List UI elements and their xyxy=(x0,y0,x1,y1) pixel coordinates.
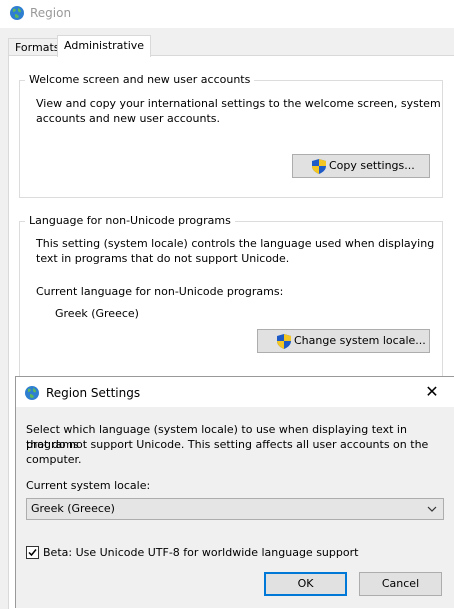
nonunicode-description-line2: text in programs that do not support Uni… xyxy=(36,252,290,265)
change-system-locale-label: Change system locale... xyxy=(294,334,426,347)
dialog-titlebar: Region Settings ✕ xyxy=(16,377,454,407)
beta-utf8-checkbox[interactable] xyxy=(26,546,39,559)
nonunicode-description-line1: This setting (system locale) controls th… xyxy=(36,237,435,250)
system-locale-label: Current system locale: xyxy=(26,479,151,492)
copy-settings-button[interactable]: Copy settings... xyxy=(292,154,430,178)
uac-shield-icon xyxy=(312,159,326,174)
nonunicode-group-title: Language for non-Unicode programs xyxy=(25,214,235,227)
ok-button[interactable]: OK xyxy=(264,572,347,596)
tab-administrative-label: Administrative xyxy=(64,39,145,52)
change-system-locale-button[interactable]: Change system locale... xyxy=(257,329,430,353)
dialog-description-line2: that do not support Unicode. This settin… xyxy=(26,438,429,451)
tab-bar: Formats Administrative xyxy=(0,34,454,57)
dialog-description-line3: computer. xyxy=(26,453,82,466)
nonunicode-group: Language for non-Unicode programs This s… xyxy=(19,214,443,393)
welcome-group: Welcome screen and new user accounts Vie… xyxy=(19,73,443,198)
globe-icon xyxy=(25,386,39,400)
cancel-button-label: Cancel xyxy=(381,577,420,590)
system-locale-select[interactable]: Greek (Greece) xyxy=(26,498,444,520)
ok-button-label: OK xyxy=(297,577,314,590)
checkmark-icon xyxy=(28,549,37,557)
current-language-value: Greek (Greece) xyxy=(55,307,139,320)
tab-administrative[interactable]: Administrative xyxy=(57,35,152,57)
dialog-title: Region Settings xyxy=(46,386,141,400)
welcome-group-title: Welcome screen and new user accounts xyxy=(25,73,255,86)
current-language-label: Current language for non-Unicode program… xyxy=(36,285,284,298)
chevron-down-icon xyxy=(427,506,437,512)
beta-utf8-label[interactable]: Beta: Use Unicode UTF-8 for worldwide la… xyxy=(43,545,358,560)
uac-shield-icon xyxy=(277,334,291,349)
system-locale-selected: Greek (Greece) xyxy=(31,502,115,515)
globe-icon xyxy=(10,6,24,20)
welcome-description-line1: View and copy your international setting… xyxy=(36,97,441,110)
tab-formats-label: Formats xyxy=(15,41,60,54)
welcome-description-line2: accounts and new user accounts. xyxy=(36,112,221,125)
close-icon[interactable]: ✕ xyxy=(409,377,454,407)
copy-settings-label: Copy settings... xyxy=(329,159,415,172)
region-settings-dialog: Region Settings ✕ Select which language … xyxy=(15,376,454,608)
window-titlebar: Region xyxy=(0,0,454,28)
cancel-button[interactable]: Cancel xyxy=(359,572,442,596)
window-title: Region xyxy=(30,6,72,20)
